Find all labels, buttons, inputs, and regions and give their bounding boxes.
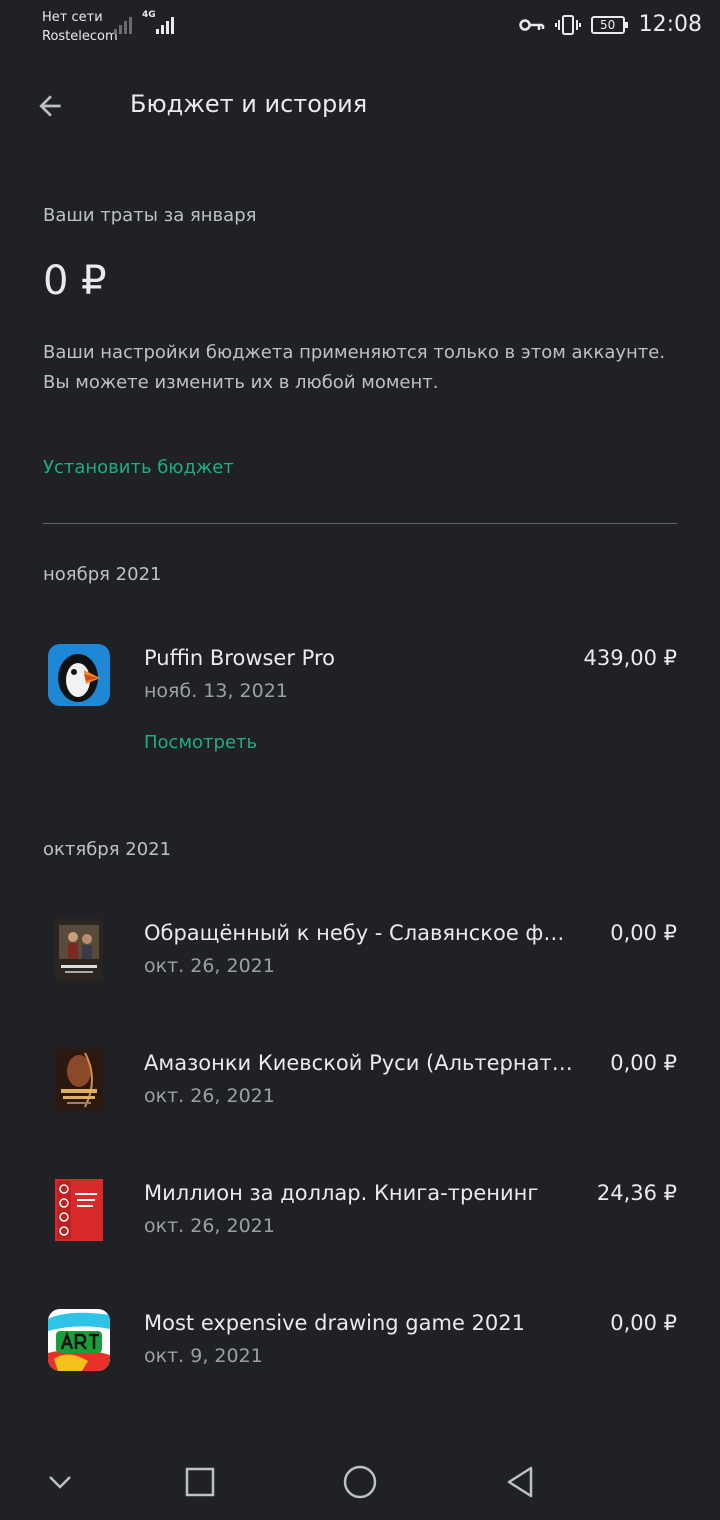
purchase-item[interactable]: Миллион за доллар. Книга-тренинг окт. 26… (0, 1179, 720, 1259)
vpn-key-icon (518, 18, 544, 31)
arrow-back-icon (39, 95, 61, 117)
carrier-line1: Нет сети (42, 10, 103, 25)
network-type-label: 4G (142, 10, 156, 20)
item-title: Обращённый к небу - Славянское фэ… (144, 921, 574, 945)
chevron-down-icon (49, 1476, 71, 1489)
nav-home-button[interactable] (338, 1460, 382, 1504)
item-date: окт. 26, 2021 (144, 1215, 275, 1237)
book-cover-icon (55, 919, 103, 981)
book-cover-icon (55, 1179, 103, 1241)
item-price: 0,00 ₽ (610, 1311, 677, 1335)
nav-recents-button[interactable] (178, 1460, 222, 1504)
item-title: Most expensive drawing game 2021 (144, 1311, 526, 1335)
circle-icon (343, 1465, 377, 1499)
system-nav-bar (0, 1440, 720, 1520)
spending-label: Ваши траты за января (43, 205, 257, 226)
item-date: окт. 26, 2021 (144, 955, 275, 977)
vibrate-icon (554, 14, 581, 35)
purchase-item[interactable]: Most expensive drawing game 2021 окт. 9,… (0, 1309, 720, 1389)
item-price: 0,00 ₽ (610, 921, 677, 945)
item-title: Миллион за доллар. Книга-тренинг (144, 1181, 539, 1205)
puffin-app-icon (48, 644, 110, 706)
purchase-item[interactable]: Обращённый к небу - Славянское фэ… окт. … (0, 919, 720, 999)
month-header-november: ноября 2021 (43, 564, 162, 585)
status-right: 50 12:08 (518, 12, 702, 37)
item-price: 0,00 ₽ (610, 1051, 677, 1075)
purchase-item[interactable]: Амазонки Киевской Руси (Альтернати… окт.… (0, 1049, 720, 1129)
clock: 12:08 (638, 12, 702, 37)
carrier-line2: Rostelecom (42, 29, 118, 44)
book-cover-icon (55, 1049, 103, 1111)
signal-no-service-icon (114, 14, 132, 34)
item-price: 24,36 ₽ (596, 1181, 677, 1205)
purchase-item[interactable]: Puffin Browser Pro нояб. 13, 2021 439,00… (0, 644, 720, 724)
back-button[interactable] (30, 86, 70, 126)
set-budget-link[interactable]: Установить бюджет (43, 457, 234, 478)
battery-level: 50 (599, 17, 616, 32)
square-icon (185, 1467, 215, 1497)
item-price: 439,00 ₽ (583, 646, 677, 670)
item-date: нояб. 13, 2021 (144, 680, 288, 702)
nav-hide-button[interactable] (38, 1460, 82, 1504)
item-date: окт. 9, 2021 (144, 1345, 263, 1367)
item-date: окт. 26, 2021 (144, 1085, 275, 1107)
signal-4g-icon: 4G (142, 10, 174, 34)
status-bar: Нет сети Rostelecom 4G 50 12:08 (0, 0, 720, 56)
app-bar: Бюджет и история (0, 70, 720, 142)
item-title: Puffin Browser Pro (144, 646, 335, 670)
carrier-info: Нет сети Rostelecom (42, 8, 118, 46)
spending-amount: 0 ₽ (43, 258, 107, 304)
signal-icons: 4G (114, 10, 174, 34)
divider (43, 523, 677, 524)
budget-description: Ваши настройки бюджета применяются тольк… (43, 342, 666, 393)
month-header-october: октября 2021 (43, 839, 172, 860)
battery-icon: 50 (590, 15, 628, 34)
item-title: Амазонки Киевской Руси (Альтернати… (144, 1051, 574, 1075)
art-game-icon (48, 1309, 110, 1371)
nav-back-button[interactable] (498, 1460, 542, 1504)
view-link[interactable]: Посмотреть (144, 732, 257, 753)
triangle-back-icon (507, 1466, 533, 1498)
page-title: Бюджет и история (130, 90, 368, 118)
